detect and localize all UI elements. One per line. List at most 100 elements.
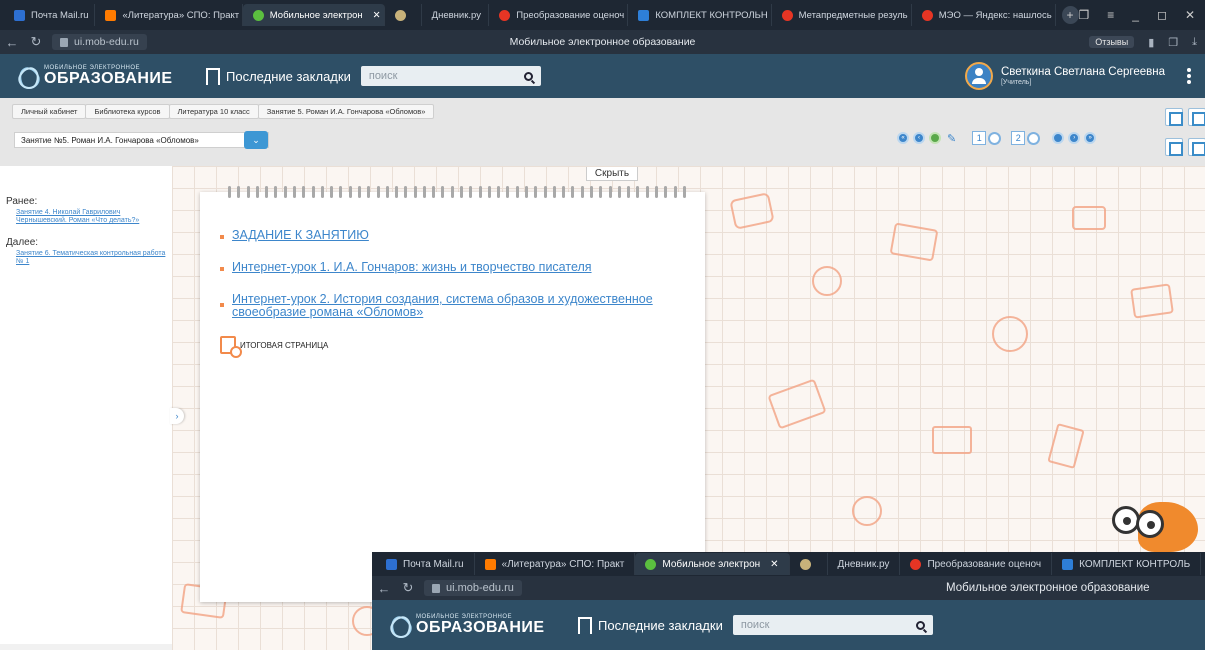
recent-bookmarks-button[interactable]: Последние закладки	[206, 67, 351, 89]
site-logo[interactable]: МОБИЛЬНОЕ ЭЛЕКТРОННОЕ ОБРАЗОВАНИЕ	[388, 614, 548, 636]
recent-bookmarks-button[interactable]: Последние закладки	[578, 616, 723, 638]
search-placeholder: поиск	[368, 70, 398, 82]
download-icon[interactable]: ⤓	[1192, 36, 1197, 49]
overlay-tab[interactable]: «Литература» СПО: Практ	[475, 553, 636, 575]
lesson-toolbar: Личный кабинет Библиотека курсов Литерат…	[0, 98, 1205, 166]
yandex-icon	[781, 9, 793, 21]
monitor-doodle	[932, 426, 972, 454]
tab-label: КОМПЛЕКТ КОНТРОЛЬН	[655, 9, 768, 21]
site-header: МОБИЛЬНОЕ ЭЛЕКТРОННОЕ ОБРАЗОВАНИЕ Послед…	[0, 54, 1205, 98]
tab-label: Преобразование оценоч	[927, 558, 1042, 570]
bullet-icon	[220, 267, 224, 271]
tab-label: Мобильное электрон	[269, 9, 363, 21]
browser-tab-mail[interactable]: Почта Mail.ru	[4, 4, 96, 26]
phone-doodle	[1047, 423, 1085, 469]
back-icon[interactable]: ←	[0, 35, 24, 50]
recent-bookmarks-label: Последние закладки	[226, 68, 351, 84]
last-page-icon[interactable]: »	[1084, 132, 1097, 144]
browser-tab-literatura[interactable]: «Литература» СПО: Практ	[95, 4, 243, 26]
browser-tab-dnevnik[interactable]: Дневник.ру	[422, 4, 490, 26]
page-status-icon	[988, 131, 1002, 145]
bullet-icon	[220, 235, 224, 239]
user-profile[interactable]: Светкина Светлана Сергеевна [Учитель]	[964, 62, 1195, 90]
final-page-text: ИТОГОВАЯ СТРАНИЦА	[240, 340, 329, 350]
close-tab-icon[interactable]: ✕	[373, 10, 381, 21]
yandex-icon	[499, 9, 511, 21]
more-menu-icon[interactable]	[1183, 68, 1195, 84]
new-tab-button[interactable]: +	[1061, 6, 1079, 24]
target-doodle	[852, 496, 882, 526]
back-icon[interactable]: ←	[372, 581, 396, 596]
logo-title: ОБРАЗОВАНИЕ	[44, 70, 173, 87]
overlay-screenshot: Почта Mail.ru «Литература» СПО: Практ Мо…	[372, 552, 1205, 650]
moe-icon	[252, 9, 264, 21]
url-field[interactable]: ui.mob-edu.ru	[424, 580, 522, 596]
grid-tool-icon[interactable]	[1165, 138, 1183, 156]
overlay-tab-active[interactable]: Мобильное электрон ✕	[635, 553, 790, 575]
restore-icon[interactable]: ◻	[1157, 8, 1167, 22]
search-placeholder: поиск	[740, 619, 770, 631]
overlay-tab[interactable]: Дневник.ру	[828, 553, 901, 575]
lesson-select[interactable]: Занятие №5. Роман И.А. Гончарова «Обломо…	[14, 131, 269, 149]
previous-lesson-link[interactable]: Занятие 4. Николай Гаврилович Чернышевск…	[16, 209, 166, 225]
first-page-icon[interactable]: «	[897, 132, 909, 144]
breadcrumb-item[interactable]: Занятие 5. Роман И.А. Гончарова «Обломов…	[257, 104, 435, 119]
chevron-down-icon[interactable]: ⌄	[244, 131, 268, 149]
next-page-icon[interactable]: ›	[1068, 132, 1081, 144]
hide-button[interactable]: Скрыть	[586, 167, 638, 181]
task-link[interactable]: ЗАДАНИЕ К ЗАНЯТИЮ	[220, 228, 369, 242]
search-icon[interactable]	[523, 71, 533, 81]
current-position-icon[interactable]	[929, 132, 941, 144]
overlay-tab[interactable]: Почта Mail.ru	[376, 553, 475, 575]
browser-tab-yandex-search[interactable]: МЭО — Яндекс: нашлось	[912, 4, 1056, 26]
lesson-2-link[interactable]: Интернет-урок 2. История создания, систе…	[220, 292, 690, 319]
close-tab-icon[interactable]: ✕	[770, 559, 778, 570]
final-page-link[interactable]: ИТОГОВАЯ СТРАНИЦА	[220, 336, 329, 358]
notes-tool-icon[interactable]	[1165, 108, 1183, 126]
browser-tab-komplekt[interactable]: КОМПЛЕКТ КОНТРОЛЬН	[628, 4, 772, 26]
site-logo[interactable]: МОБИЛЬНОЕ ЭЛЕКТРОННОЕ ОБРАЗОВАНИЕ	[16, 65, 176, 87]
url-field[interactable]: ui.mob-edu.ru	[52, 34, 147, 50]
chat-tool-icon[interactable]	[1188, 138, 1205, 156]
breadcrumb-item[interactable]: Личный кабинет	[12, 104, 87, 119]
breadcrumb-item[interactable]: Литература 10 класс	[168, 104, 259, 119]
browser-tab-preobrazovanie[interactable]: Преобразование оценоч	[489, 4, 629, 26]
menu-icon[interactable]: ≡	[1107, 8, 1114, 22]
notebook-rings	[228, 186, 686, 198]
reload-icon[interactable]: ↻	[396, 580, 420, 596]
page-number: 1	[972, 131, 987, 145]
overlay-tab[interactable]: Преобразование оценоч	[900, 553, 1053, 575]
lesson-1-link[interactable]: Интернет-урок 1. И.А. Гончаров: жизнь и …	[220, 260, 592, 274]
search-icon[interactable]	[915, 620, 925, 630]
book-doodle	[767, 378, 827, 430]
table-tool-icon[interactable]	[1188, 108, 1205, 126]
record-icon[interactable]	[1052, 132, 1065, 144]
browser-tab-bird[interactable]	[385, 4, 422, 26]
mascot-image[interactable]	[1108, 494, 1198, 556]
search-input[interactable]: поиск	[360, 66, 541, 86]
tabs-menu-icon[interactable]: ❐	[1079, 8, 1090, 22]
bookmark-icon	[578, 616, 592, 638]
url-text: ui.mob-edu.ru	[74, 36, 139, 48]
breadcrumb-item[interactable]: Библиотека курсов	[85, 104, 170, 119]
feedback-button[interactable]: Отзывы	[1089, 36, 1135, 48]
backpack-doodle	[729, 192, 775, 230]
prev-page-icon[interactable]: ‹	[913, 132, 925, 144]
page-title: Мобильное электронное образование	[509, 36, 696, 48]
reader-icon[interactable]: ❐	[1168, 36, 1178, 49]
page-2[interactable]: 2	[1011, 131, 1041, 145]
overlay-tab[interactable]: КОМПЛЕКТ КОНТРОЛЬ	[1052, 553, 1202, 575]
browser-tab-moe[interactable]: Мобильное электрон ✕	[242, 4, 385, 26]
bookmark-icon[interactable]: ▮	[1148, 36, 1154, 49]
pencil-icon[interactable]: ✎	[947, 132, 956, 145]
minimize-icon[interactable]: _	[1132, 8, 1139, 22]
lock-icon	[60, 37, 68, 47]
reload-icon[interactable]: ↻	[24, 34, 48, 50]
close-window-icon[interactable]: ✕	[1185, 8, 1195, 22]
browser-tab-metapredmet[interactable]: Метапредметные резуль	[772, 4, 912, 26]
logo-title: ОБРАЗОВАНИЕ	[416, 619, 545, 636]
search-input[interactable]: поиск	[732, 615, 933, 635]
next-lesson-link[interactable]: Занятие 6. Тематическая контрольная рабо…	[16, 250, 166, 266]
page-1[interactable]: 1	[972, 131, 1002, 145]
overlay-tab[interactable]	[790, 553, 828, 575]
